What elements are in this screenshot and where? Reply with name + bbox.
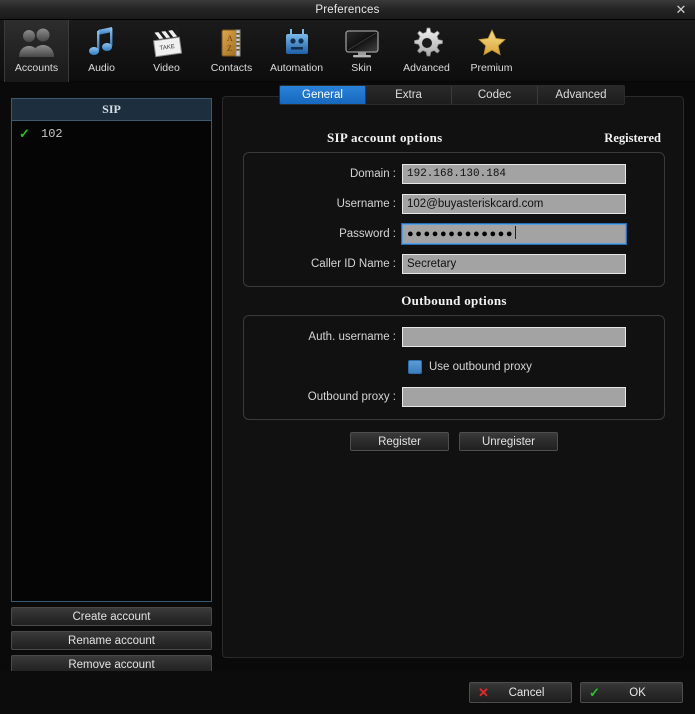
outbound-section-header: Outbound options xyxy=(243,293,665,309)
cancel-button[interactable]: ✕ Cancel xyxy=(469,682,572,703)
ok-label: OK xyxy=(629,686,646,699)
outbound-proxy-input[interactable] xyxy=(402,386,626,407)
sip-account-list[interactable]: SIP ✓ 102 xyxy=(11,98,212,602)
ok-button[interactable]: ✓ OK xyxy=(580,682,683,703)
auth-username-row: Auth. username : xyxy=(254,326,654,347)
toolbar-item-advanced[interactable]: Advanced xyxy=(394,20,459,82)
toolbar-item-automation[interactable]: Automation xyxy=(264,20,329,82)
caller-id-label: Caller ID Name : xyxy=(311,257,396,270)
toolbar-label-automation: Automation xyxy=(269,62,324,74)
list-item[interactable]: ✓ 102 xyxy=(12,124,211,143)
audio-note-icon xyxy=(82,25,122,61)
text-caret xyxy=(515,225,517,239)
register-button[interactable]: Register xyxy=(350,432,449,451)
account-enabled-check-icon: ✓ xyxy=(19,125,30,141)
account-settings-panel: General Extra Codec Advanced SIP account… xyxy=(222,85,684,658)
password-masked-value: ●●●●●●●●●●●●● xyxy=(407,227,515,240)
domain-row: Domain : 192.168.130.184 xyxy=(254,163,654,184)
window-title: Preferences xyxy=(315,3,380,16)
password-label: Password : xyxy=(339,227,396,240)
status-badge: Registered xyxy=(604,131,661,145)
skin-monitor-icon xyxy=(342,25,382,61)
toolbar-label-audio: Audio xyxy=(88,62,115,74)
video-clapper-icon: TAKE xyxy=(147,25,187,61)
preferences-content: SIP ✓ 102 Create account Rename account … xyxy=(0,83,695,674)
username-row: Username : 102@buyasteriskcard.com xyxy=(254,193,654,214)
outbound-proxy-label: Outbound proxy : xyxy=(307,390,396,403)
cancel-x-icon: ✕ xyxy=(478,684,489,700)
settings-tabbar: General Extra Codec Advanced xyxy=(279,85,625,105)
rename-account-button[interactable]: Rename account xyxy=(11,631,212,650)
domain-input[interactable]: 192.168.130.184 xyxy=(402,163,626,184)
sip-account-options-section: SIP account options Registered Domain : … xyxy=(243,130,665,287)
premium-star-icon xyxy=(472,25,512,61)
window-titlebar: Preferences ✕ xyxy=(0,0,695,20)
close-icon[interactable]: ✕ xyxy=(673,2,689,18)
sip-fields-box: Domain : 192.168.130.184 Username : 102@… xyxy=(243,152,665,287)
preferences-toolbar: Accounts Audio TAKE Video A Z Contacts A… xyxy=(0,20,695,82)
toolbar-item-audio[interactable]: Audio xyxy=(69,20,134,82)
use-outbound-proxy-label: Use outbound proxy xyxy=(429,360,532,373)
toolbar-item-skin[interactable]: Skin xyxy=(329,20,394,82)
username-input[interactable]: 102@buyasteriskcard.com xyxy=(402,193,626,214)
toolbar-item-video[interactable]: TAKE Video xyxy=(134,20,199,82)
caller-id-row: Caller ID Name : Secretary xyxy=(254,253,654,274)
username-label: Username : xyxy=(336,197,396,210)
toolbar-item-accounts[interactable]: Accounts xyxy=(4,20,69,82)
use-outbound-proxy-row: Use outbound proxy xyxy=(254,356,654,377)
toolbar-label-advanced: Advanced xyxy=(403,62,450,74)
auth-username-input[interactable] xyxy=(402,326,626,347)
sip-list-header: SIP xyxy=(12,99,211,121)
toolbar-item-premium[interactable]: Premium xyxy=(459,20,524,82)
outbound-proxy-row: Outbound proxy : xyxy=(254,386,654,407)
unregister-button[interactable]: Unregister xyxy=(459,432,558,451)
tab-general[interactable]: General xyxy=(280,86,366,104)
password-row: Password : ●●●●●●●●●●●●● xyxy=(254,222,654,245)
use-outbound-proxy-checkbox[interactable] xyxy=(408,359,422,374)
toolbar-label-skin: Skin xyxy=(351,62,372,74)
dialog-footer: ✕ Cancel ✓ OK xyxy=(0,671,695,714)
sip-section-title: SIP account options xyxy=(327,130,443,145)
account-name: 102 xyxy=(41,126,63,141)
tab-advanced[interactable]: Advanced xyxy=(538,86,624,104)
register-actions: Register Unregister xyxy=(243,432,665,451)
tab-codec[interactable]: Codec xyxy=(452,86,538,104)
accounts-sidebar: SIP ✓ 102 Create account Rename account … xyxy=(11,98,212,674)
auth-username-label: Auth. username : xyxy=(308,330,396,343)
svg-text:A: A xyxy=(227,34,233,43)
caller-id-input[interactable]: Secretary xyxy=(402,253,626,274)
outbound-fields-box: Auth. username : Use outbound proxy Outb… xyxy=(243,315,665,420)
sip-list-body: ✓ 102 xyxy=(12,121,211,601)
contacts-book-icon: A Z xyxy=(212,25,252,61)
toolbar-label-accounts: Accounts xyxy=(14,62,59,74)
password-input[interactable]: ●●●●●●●●●●●●● xyxy=(401,222,627,245)
svg-text:Z: Z xyxy=(227,44,232,53)
outbound-options-section: Outbound options Auth. username : Use ou… xyxy=(243,293,665,420)
domain-label: Domain : xyxy=(349,167,396,180)
sip-section-header: SIP account options Registered xyxy=(243,130,665,146)
create-account-button[interactable]: Create account xyxy=(11,607,212,626)
outbound-section-title: Outbound options xyxy=(401,293,507,308)
ok-check-icon: ✓ xyxy=(589,684,600,700)
toolbar-item-contacts[interactable]: A Z Contacts xyxy=(199,20,264,82)
automation-robot-icon xyxy=(277,25,317,61)
tab-extra[interactable]: Extra xyxy=(366,86,452,104)
advanced-gear-icon xyxy=(407,25,447,61)
toolbar-label-contacts: Contacts xyxy=(210,62,253,74)
accounts-people-icon xyxy=(17,25,57,61)
cancel-label: Cancel xyxy=(508,686,545,699)
toolbar-label-video: Video xyxy=(153,62,180,74)
toolbar-label-premium: Premium xyxy=(470,62,513,74)
